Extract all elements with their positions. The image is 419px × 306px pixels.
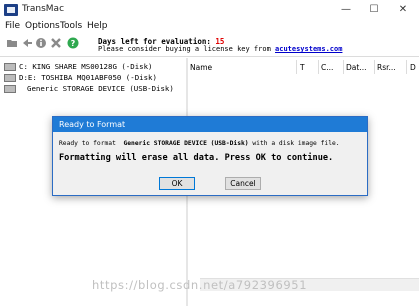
menu-help[interactable]: Help <box>87 21 108 31</box>
dialog-title-bar: Ready to Format <box>53 117 367 132</box>
drive-label: C: KING SHARE MS00128G (-Disk) <box>19 62 153 71</box>
column-divider <box>374 60 375 74</box>
column-date[interactable]: Dat... <box>346 63 366 72</box>
watermark: https://blog.csdn.net/a792396951 <box>92 278 308 292</box>
dialog-warning: Formatting will erase all data. Press OK… <box>59 153 334 163</box>
message-prefix: Ready to format <box>59 140 116 147</box>
dialog-title: Ready to Format <box>59 120 126 129</box>
drive-label: D:E: TOSHIBA MQ01ABF050 (-Disk) <box>19 73 157 82</box>
menu-bar: File Options Tools Help <box>0 20 419 34</box>
column-divider <box>406 60 407 74</box>
delete-icon[interactable] <box>50 37 62 49</box>
menu-tools[interactable]: Tools <box>60 21 82 31</box>
column-divider <box>318 60 319 74</box>
column-name[interactable]: Name <box>190 63 212 72</box>
cancel-button[interactable]: Cancel <box>225 177 261 190</box>
usb-disk-icon <box>4 85 16 93</box>
app-icon <box>4 4 18 16</box>
column-divider <box>343 60 344 74</box>
dialog-message: Ready to format Generic STORAGE DEVICE (… <box>59 140 340 147</box>
menu-options[interactable]: Options <box>25 21 60 31</box>
disk-icon <box>4 63 16 71</box>
evaluation-license: Please consider buying a license key fro… <box>98 45 342 53</box>
format-dialog: Ready to Format Ready to format Generic … <box>52 116 368 196</box>
maximize-button[interactable]: ☐ <box>359 0 389 20</box>
minimize-button[interactable]: — <box>331 0 361 20</box>
close-button[interactable]: ✕ <box>388 0 418 20</box>
folder-icon[interactable] <box>6 37 18 49</box>
svg-text:?: ? <box>71 39 76 48</box>
help-icon[interactable]: ? <box>67 37 79 49</box>
menu-file[interactable]: File <box>5 21 20 31</box>
disk-icon <box>4 74 16 82</box>
column-creator[interactable]: C... <box>321 63 333 72</box>
column-data[interactable]: D <box>410 63 416 72</box>
column-divider <box>296 60 297 74</box>
window-title: TransMac <box>22 4 65 14</box>
ok-button[interactable]: OK <box>159 177 195 190</box>
message-suffix: with a disk image file. <box>252 140 340 147</box>
drive-item-usb[interactable]: Generic STORAGE DEVICE (USB-Disk) <box>4 84 174 93</box>
column-resource[interactable]: Rsr... <box>377 63 396 72</box>
license-text: Please consider buying a license key fro… <box>98 45 271 53</box>
license-link[interactable]: acutesystems.com <box>275 45 342 53</box>
back-icon[interactable] <box>21 37 33 49</box>
drive-label: Generic STORAGE DEVICE (USB-Disk) <box>27 84 174 93</box>
drive-item-de[interactable]: D:E: TOSHIBA MQ01ABF050 (-Disk) <box>4 73 157 82</box>
drive-item-c[interactable]: C: KING SHARE MS00128G (-Disk) <box>4 62 153 71</box>
info-icon[interactable] <box>35 37 47 49</box>
device-name: Generic STORAGE DEVICE (USB-Disk) <box>123 140 249 147</box>
column-type[interactable]: T <box>300 63 305 72</box>
title-bar: TransMac — ☐ ✕ <box>0 0 419 20</box>
